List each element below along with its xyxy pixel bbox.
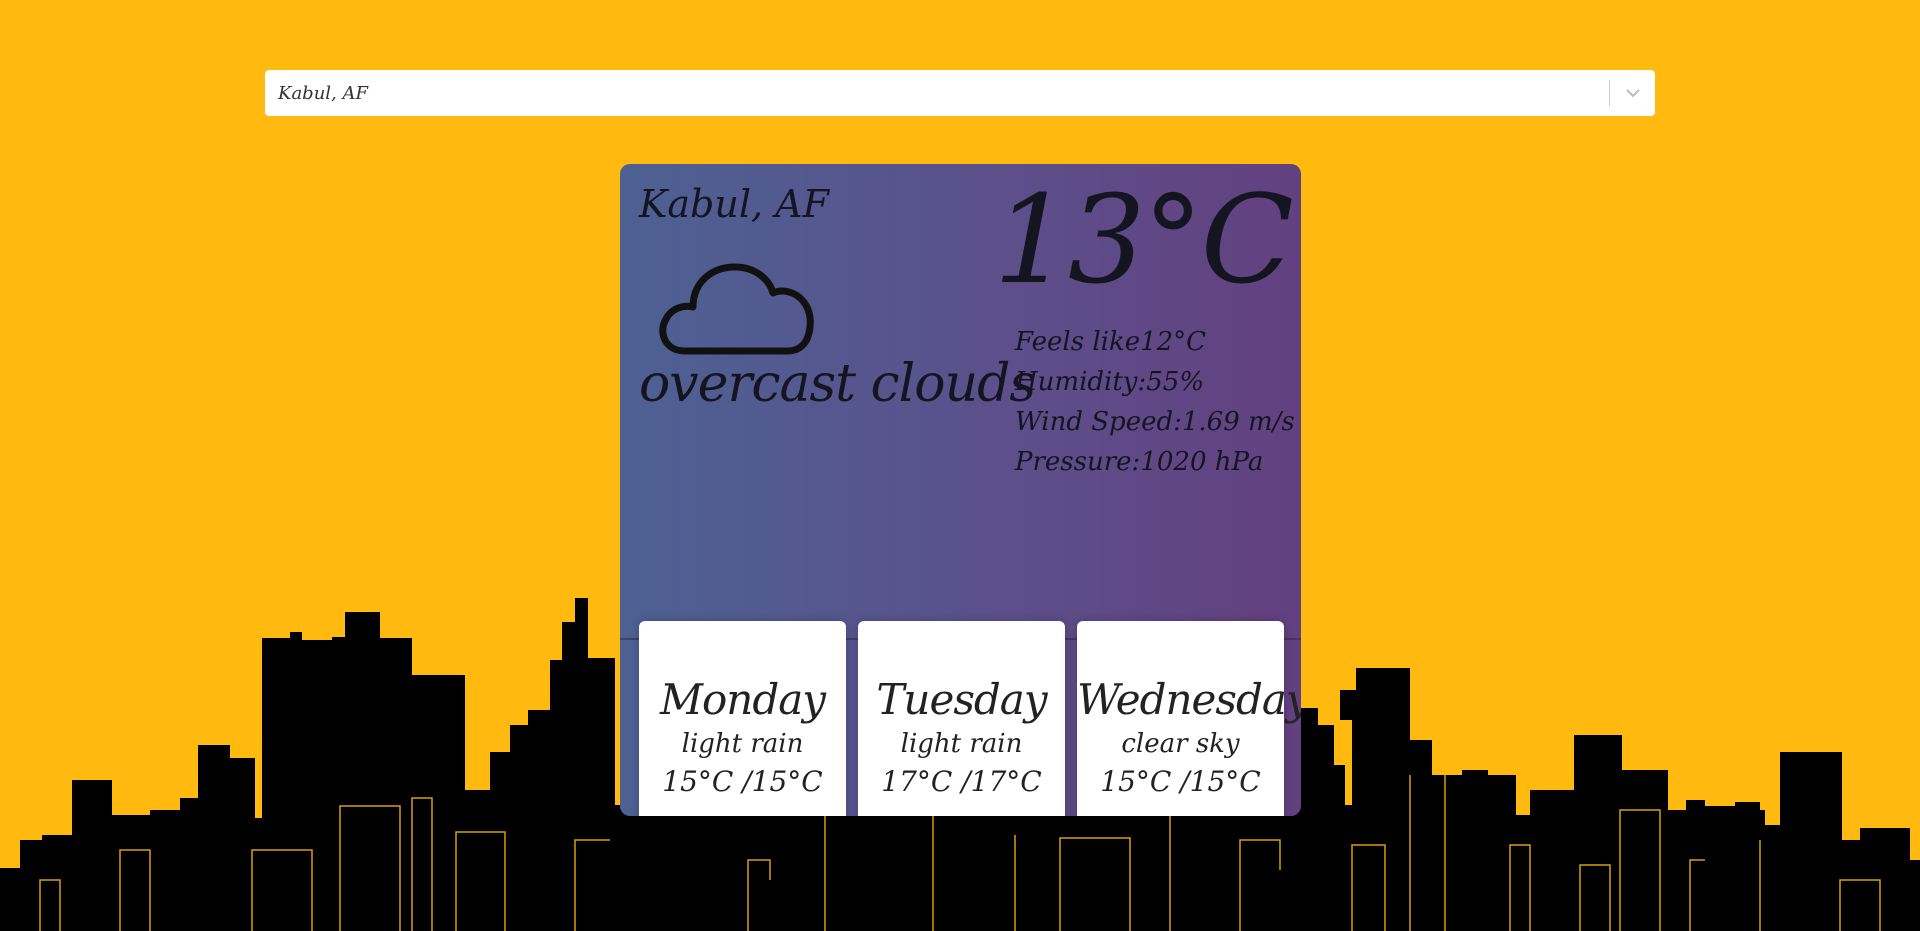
city-search-select[interactable]: Kabul, AF	[265, 70, 1655, 116]
city-search-value[interactable]: Kabul, AF	[265, 83, 1609, 104]
current-weather-card: Kabul, AF overcast clouds 13°C Feels lik…	[620, 164, 1301, 816]
humidity: Humidity:55%	[1015, 367, 1205, 397]
wind-speed: Wind Speed:1.69 m/s	[1015, 407, 1295, 437]
forecast-temp-range: 17°C /17°C	[881, 765, 1042, 798]
forecast-description: light rain	[900, 729, 1023, 759]
weather-details: Feels like12°C Humidity:55% Wind Speed:1…	[1015, 322, 1295, 482]
weather-description: overcast clouds	[639, 354, 1036, 414]
forecast-card-tuesday: Tuesday light rain 17°C /17°C	[858, 621, 1065, 816]
chevron-down-icon[interactable]	[1610, 70, 1655, 116]
pressure: Pressure:1020 hPa	[1015, 447, 1264, 477]
city-name: Kabul, AF	[639, 182, 829, 226]
cloud-icon	[655, 249, 820, 365]
forecast-day: Tuesday	[876, 675, 1047, 724]
forecast-day: Wednesday	[1077, 675, 1301, 724]
feels-like: Feels like12°C	[1015, 327, 1207, 357]
forecast-temp-range: 15°C /15°C	[662, 765, 823, 798]
forecast-description: clear sky	[1121, 729, 1240, 759]
forecast-description: light rain	[681, 729, 804, 759]
forecast-day: Monday	[660, 675, 826, 724]
forecast-card-wednesday: Wednesday clear sky 15°C /15°C	[1077, 621, 1301, 816]
forecast-card-monday: Monday light rain 15°C /15°C	[639, 621, 846, 816]
current-temperature: 13°C	[993, 169, 1294, 311]
forecast-temp-range: 15°C /15°C	[1100, 765, 1261, 798]
